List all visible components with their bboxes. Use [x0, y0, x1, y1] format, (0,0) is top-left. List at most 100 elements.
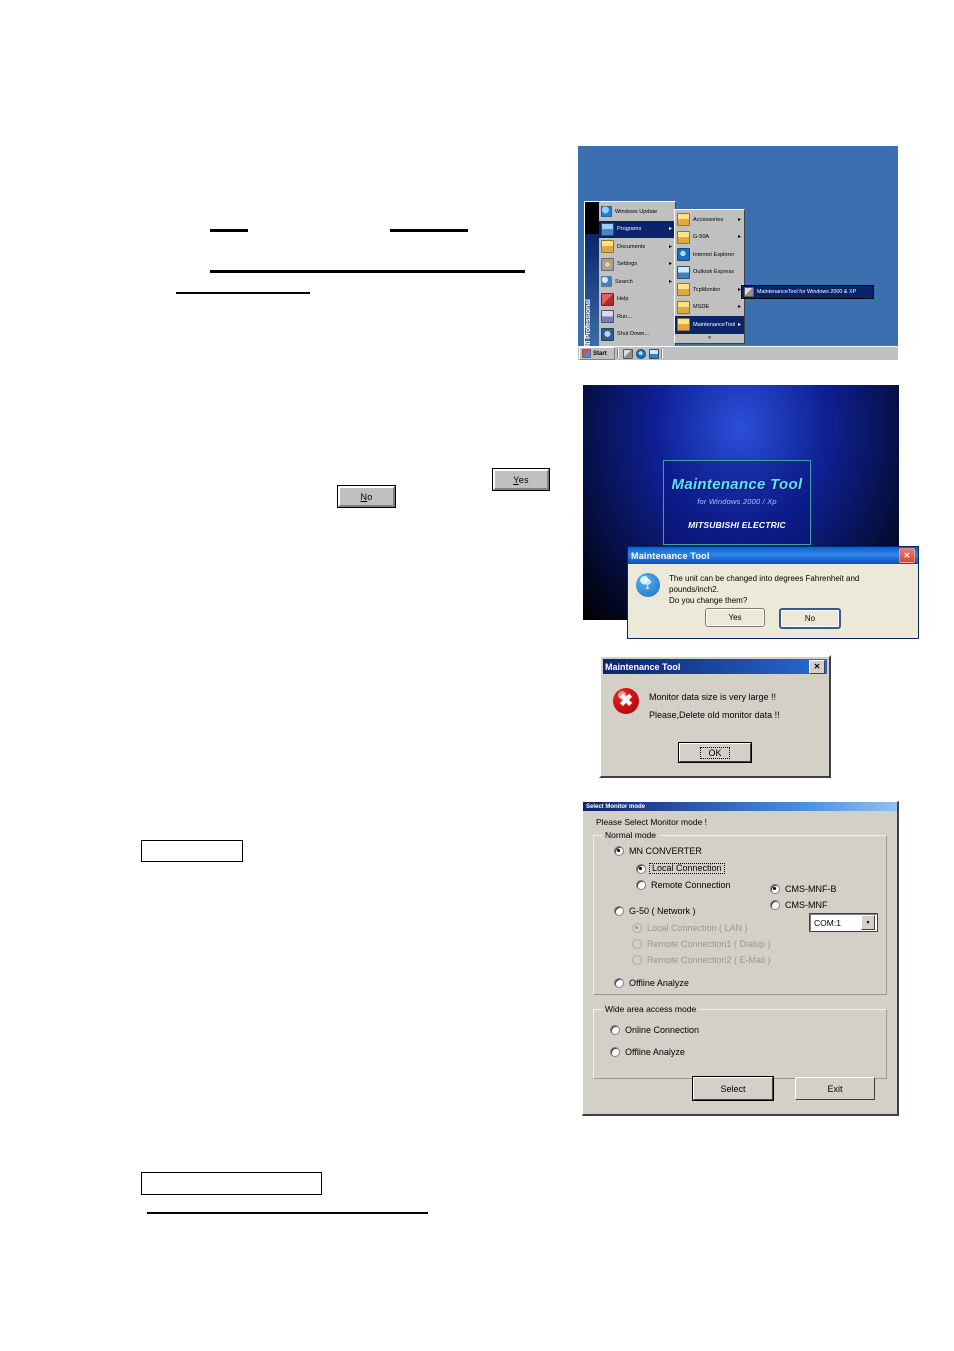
programs-submenu-item-label: MaintenanceTool [693, 321, 736, 328]
radio-dot-icon [614, 978, 624, 988]
taskbar-separator [661, 349, 663, 358]
underline-rule [210, 270, 525, 273]
inline-yes-label: Yes [513, 474, 529, 485]
start-menu-list: Windows Update Programs ▸ Documents ▸ Se… [599, 202, 675, 347]
internet-explorer-icon[interactable] [636, 348, 646, 359]
radio-normal-offline-analyze[interactable]: Offline Analyze [614, 978, 880, 988]
com-port-select[interactable]: COM:1 ▼ [809, 913, 878, 932]
start-menu-item-label: Programs [617, 226, 642, 233]
maintenancetool-submenu-item[interactable]: MaintenanceTool for Windows 2000 & XP [741, 285, 874, 299]
start-menu-item-run[interactable]: Run... [599, 308, 675, 326]
select-button[interactable]: Select [692, 1076, 774, 1101]
inline-no-button[interactable]: No [338, 486, 395, 507]
dialog-button-row: OK [601, 742, 829, 763]
no-button-label: No [804, 614, 816, 623]
radio-dot-icon [632, 939, 642, 949]
start-menu-item-windows-update[interactable]: Windows Update [599, 203, 675, 221]
programs-submenu-item-accessories[interactable]: Accessories ▸ [675, 211, 744, 229]
shutdown-icon [601, 327, 614, 341]
normal-mode-legend: Normal mode [605, 830, 657, 840]
radio-label: Remote Connection [651, 879, 731, 890]
help-book-icon [601, 292, 614, 306]
close-icon[interactable]: ✕ [809, 659, 825, 674]
start-button[interactable]: Start [579, 347, 615, 360]
dialog-message-line2: Please,Delete old monitor data !! [649, 710, 780, 720]
globe-icon [601, 206, 612, 218]
close-icon[interactable]: ✕ [899, 548, 915, 563]
no-button[interactable]: No [779, 608, 841, 629]
radio-label: Offline Analyze [629, 977, 689, 988]
radio-label: Offline Analyze [625, 1046, 685, 1057]
start-menu-item-label: Help [617, 296, 629, 303]
programs-submenu-item-label: Outlook Express [693, 269, 735, 276]
programs-submenu-item-maintenancetool[interactable]: MaintenanceTool ▸ [675, 316, 744, 334]
start-menu-item-label: Shut Down... [617, 331, 650, 338]
dialog-button-row: Yes No [628, 608, 918, 629]
programs-submenu-item-outlook-express[interactable]: Outlook Express [675, 264, 744, 282]
splash-subtitle: for Windows 2000 / Xp [697, 496, 777, 506]
programs-submenu-item-g50a[interactable]: G-50A ▸ [675, 229, 744, 247]
radio-label: MN CONVERTER [629, 845, 702, 856]
dialog-title-bar: Select Monitor mode [583, 802, 897, 811]
dialog-message: Monitor data size is very large !! Pleas… [649, 688, 780, 724]
start-menu-item-programs[interactable]: Programs ▸ [599, 220, 675, 238]
taskbar-separator [617, 349, 619, 358]
callout-box [141, 1172, 322, 1195]
callout-box [141, 840, 243, 862]
programs-folder-icon [601, 222, 614, 236]
dialog-unit-change: Maintenance Tool ✕ ? The unit can be cha… [627, 546, 919, 639]
radio-label: CMS-MNF-B [785, 883, 837, 894]
folder-icon [677, 283, 690, 297]
exit-button[interactable]: Exit [795, 1077, 875, 1100]
chevron-right-icon: ▸ [737, 216, 741, 223]
wide-area-mode-group: Wide area access mode Online Connection … [593, 1004, 887, 1079]
outlook-express-icon [677, 265, 690, 279]
dialog-message-line1: Monitor data size is very large !! [649, 692, 777, 702]
taskbar: Start [578, 346, 898, 360]
radio-label: Online Connection [625, 1024, 700, 1035]
folder-icon [677, 300, 690, 314]
start-menu-item-help[interactable]: Help [599, 291, 675, 309]
error-icon: ✖ [613, 688, 639, 714]
run-icon [601, 310, 614, 324]
underline-rule [390, 229, 468, 232]
submenu-expand-glyph[interactable]: » [675, 334, 744, 342]
programs-submenu-item-tcpmonitor[interactable]: TcpMonitor ▸ [675, 281, 744, 299]
chevron-right-icon: ▸ [737, 304, 741, 311]
folder-icon [677, 318, 690, 332]
dialog-title-bar: Maintenance Tool ✕ [628, 547, 918, 564]
chevron-down-icon[interactable]: ▼ [861, 915, 875, 930]
start-menu-item-documents[interactable]: Documents ▸ [599, 238, 675, 256]
outlook-express-icon[interactable] [649, 348, 659, 359]
radio-dot-icon [614, 846, 624, 856]
radio-label: CMS-MNF [785, 899, 828, 910]
start-menu-item-search[interactable]: Search ▸ [599, 273, 675, 291]
start-menu-item-settings[interactable]: Settings ▸ [599, 256, 675, 274]
folder-icon [677, 213, 690, 227]
radio-cms-mnf-b[interactable]: CMS-MNF-B [770, 884, 868, 894]
underline-rule [176, 292, 310, 294]
show-desktop-icon[interactable] [623, 348, 633, 359]
radio-dot-icon [770, 884, 780, 894]
com-port-value: COM:1 [814, 917, 841, 928]
ok-button[interactable]: OK [678, 742, 752, 763]
programs-submenu-item-internet-explorer[interactable]: Internet Explorer [675, 246, 744, 264]
windows-flag-icon [582, 349, 591, 358]
radio-dot-icon [610, 1025, 620, 1035]
radio-mn-local-connection[interactable]: Local Connection [636, 863, 880, 874]
programs-submenu-item-label: G-50A [693, 234, 710, 241]
figure-start-menu: Windows 2000 Professional Windows Update… [578, 146, 898, 387]
radio-label: Local Connection ( LAN ) [647, 922, 748, 933]
quick-launch-bar [621, 348, 659, 359]
start-menu-item-shut-down[interactable]: Shut Down... [599, 326, 675, 344]
inline-yes-button[interactable]: Yes [493, 469, 549, 490]
dialog-hint: Please Select Monitor mode ! [596, 817, 708, 827]
radio-online-connection[interactable]: Online Connection [610, 1025, 880, 1035]
yes-button[interactable]: Yes [705, 608, 765, 627]
radio-cms-mnf[interactable]: CMS-MNF [770, 900, 868, 910]
radio-mn-converter[interactable]: MN CONVERTER [614, 846, 880, 856]
radio-wide-offline-analyze[interactable]: Offline Analyze [610, 1047, 880, 1057]
programs-submenu-item-msde[interactable]: MSDE ▸ [675, 299, 744, 317]
dialog-title: Select Monitor mode [586, 803, 646, 810]
underline-rule [147, 1212, 428, 1214]
